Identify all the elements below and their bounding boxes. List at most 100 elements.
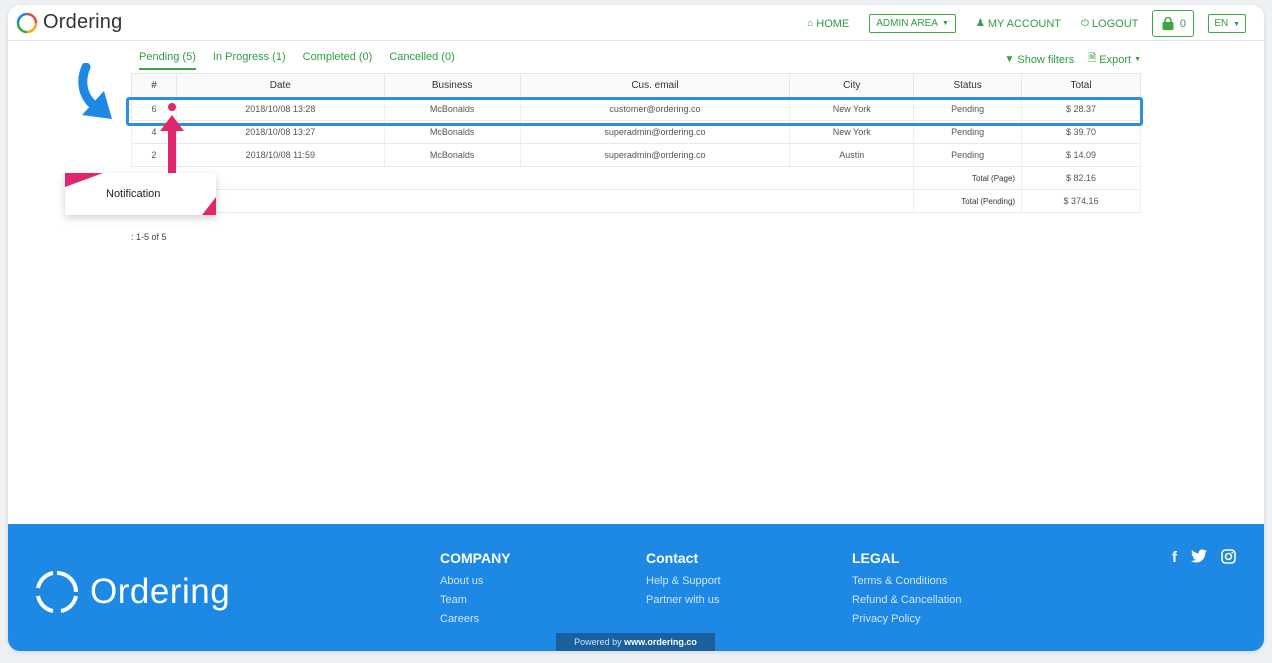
shopping-bag-icon <box>1162 16 1174 30</box>
filter-icon: ▼ <box>1004 54 1015 65</box>
order-business: McBonalds <box>383 97 521 121</box>
cart-button[interactable]: 0 <box>1152 10 1195 37</box>
tab-pending[interactable]: Pending (5) <box>139 51 196 70</box>
total-page-row: Total (Page) $ 82.16 <box>131 166 1141 190</box>
tab-in-progress[interactable]: In Progress (1) <box>213 51 286 70</box>
notification-callout: Notification <box>65 173 216 215</box>
order-business: McBonalds <box>383 143 521 167</box>
pagination-info: : 1-5 of 5 <box>131 232 167 242</box>
nav-admin-area-label: ADMIN AREA <box>876 18 938 29</box>
powered-by-badge[interactable]: Powered by www.ordering.co <box>556 633 715 651</box>
footer-logo[interactable]: Ordering <box>34 569 230 615</box>
order-status: Pending <box>913 143 1023 167</box>
nav-my-account[interactable]: ♟ MY ACCOUNT <box>976 18 1061 30</box>
table-header-row: # Date Business Cus. email City Status T… <box>131 73 1141 98</box>
footer-contact-title: Contact <box>646 550 699 566</box>
curved-arrow-icon <box>78 63 112 119</box>
footer-contact-column: Contact Help & Support Partner with us <box>646 550 721 610</box>
brand-logo[interactable]: Ordering <box>16 11 122 34</box>
cart-count: 0 <box>1179 17 1186 30</box>
column-header-business[interactable]: Business <box>383 73 521 98</box>
powered-by-prefix: Powered by <box>574 637 625 647</box>
notification-label: Notification <box>106 188 161 200</box>
nav-logout-label: LOGOUT <box>1091 17 1139 30</box>
total-pending-value: $ 374.16 <box>1021 189 1141 213</box>
nav-home-label: HOME <box>816 17 850 30</box>
nav-home[interactable]: ⌂ HOME <box>807 18 849 30</box>
order-status: Pending <box>913 120 1023 144</box>
order-city: New York <box>789 120 915 144</box>
home-icon: ⌂ <box>807 18 814 29</box>
order-city: New York <box>789 97 915 121</box>
nav-logout[interactable]: ⏻ LOGOUT <box>1081 18 1138 30</box>
footer-link-team[interactable]: Team <box>440 591 511 610</box>
tab-completed[interactable]: Completed (0) <box>303 51 373 70</box>
tab-cancelled[interactable]: Cancelled (0) <box>389 51 454 70</box>
top-nav: ⌂ HOME ADMIN AREA ▼ ♟ MY ACCOUNT ⏻ LOGOU… <box>787 10 1246 37</box>
power-icon: ⏻ <box>1081 18 1089 29</box>
table-tools: ▼ Show filters 🗎 Export ▼ <box>990 51 1141 68</box>
table-row[interactable]: 4 2018/10/08 13:27 McBonalds superadmin@… <box>131 120 1141 144</box>
order-date: 2018/10/08 11:59 <box>175 143 385 167</box>
order-email: customer@ordering.co <box>519 97 791 121</box>
column-header-email[interactable]: Cus. email <box>519 73 791 98</box>
ordering-logo-icon <box>16 12 38 33</box>
total-page-label: Total (Page) <box>913 166 1023 190</box>
footer-link-help-support[interactable]: Help & Support <box>646 572 721 591</box>
app-frame: Ordering ⌂ HOME ADMIN AREA ▼ ♟ MY ACCOUN… <box>8 5 1264 651</box>
top-header: Ordering ⌂ HOME ADMIN AREA ▼ ♟ MY ACCOUN… <box>8 5 1264 41</box>
order-total: $ 14.09 <box>1021 143 1141 167</box>
footer-link-refund[interactable]: Refund & Cancellation <box>852 591 961 610</box>
logo-text: Ordering <box>43 11 123 33</box>
powered-by-site: www.ordering.co <box>624 637 697 647</box>
footer-company-column: COMPANY About us Team Careers <box>440 550 511 629</box>
orders-table: # Date Business Cus. email City Status T… <box>131 73 1141 213</box>
file-export-icon: 🗎 <box>1088 53 1097 64</box>
footer-logo-text: Ordering <box>90 572 231 611</box>
column-header-number[interactable]: # <box>131 73 177 98</box>
footer-link-terms[interactable]: Terms & Conditions <box>852 572 961 591</box>
user-icon: ♟ <box>975 18 985 29</box>
footer-link-partner[interactable]: Partner with us <box>646 591 721 610</box>
table-row[interactable]: 6 2018/10/08 13:28 McBonalds customer@or… <box>131 97 1141 121</box>
footer-link-about-us[interactable]: About us <box>440 572 511 591</box>
twitter-icon[interactable] <box>1191 549 1207 568</box>
nav-my-account-label: MY ACCOUNT <box>987 17 1061 30</box>
total-pending-label: Total (Pending) <box>913 189 1023 213</box>
callout-corner-decoration <box>202 197 216 215</box>
order-date: 2018/10/08 13:28 <box>175 97 385 121</box>
order-email: superadmin@ordering.co <box>519 143 791 167</box>
order-status-tabs: Pending (5) In Progress (1) Completed (0… <box>139 51 472 70</box>
order-total: $ 28.37 <box>1021 97 1141 121</box>
language-dropdown[interactable]: EN ▼ <box>1208 14 1246 33</box>
column-header-total[interactable]: Total <box>1021 73 1141 98</box>
footer-link-careers[interactable]: Careers <box>440 610 511 629</box>
facebook-icon[interactable]: f <box>1172 549 1177 568</box>
caret-down-icon: ▼ <box>941 20 949 27</box>
order-city: Austin <box>789 143 915 167</box>
nav-admin-area-dropdown[interactable]: ADMIN AREA ▼ <box>869 14 956 33</box>
site-footer: Ordering COMPANY About us Team Careers C… <box>8 524 1264 651</box>
ordering-logo-icon <box>36 571 78 613</box>
table-row[interactable]: 2 2018/10/08 11:59 McBonalds superadmin@… <box>131 143 1141 167</box>
order-email: superadmin@ordering.co <box>519 120 791 144</box>
order-total: $ 39.70 <box>1021 120 1141 144</box>
export-label: Export <box>1099 53 1132 66</box>
social-links: f <box>1158 549 1236 568</box>
footer-legal-column: LEGAL Terms & Conditions Refund & Cancel… <box>852 550 961 629</box>
total-page-value: $ 82.16 <box>1021 166 1141 190</box>
instagram-icon[interactable] <box>1221 549 1236 568</box>
export-dropdown[interactable]: 🗎 Export ▼ <box>1088 51 1141 68</box>
caret-down-icon: ▼ <box>1134 56 1141 63</box>
footer-company-title: COMPANY <box>440 550 511 566</box>
column-header-date[interactable]: Date <box>175 73 385 98</box>
column-header-status[interactable]: Status <box>913 73 1023 98</box>
language-label: EN <box>1214 18 1229 29</box>
callout-corner-decoration <box>65 173 103 187</box>
caret-down-icon: ▼ <box>1233 21 1240 28</box>
order-status: Pending <box>913 97 1023 121</box>
column-header-city[interactable]: City <box>789 73 915 98</box>
footer-link-privacy[interactable]: Privacy Policy <box>852 610 961 629</box>
show-filters-button[interactable]: ▼ Show filters <box>1004 51 1074 68</box>
total-pending-row: Total (Pending) $ 374.16 <box>131 189 1141 213</box>
